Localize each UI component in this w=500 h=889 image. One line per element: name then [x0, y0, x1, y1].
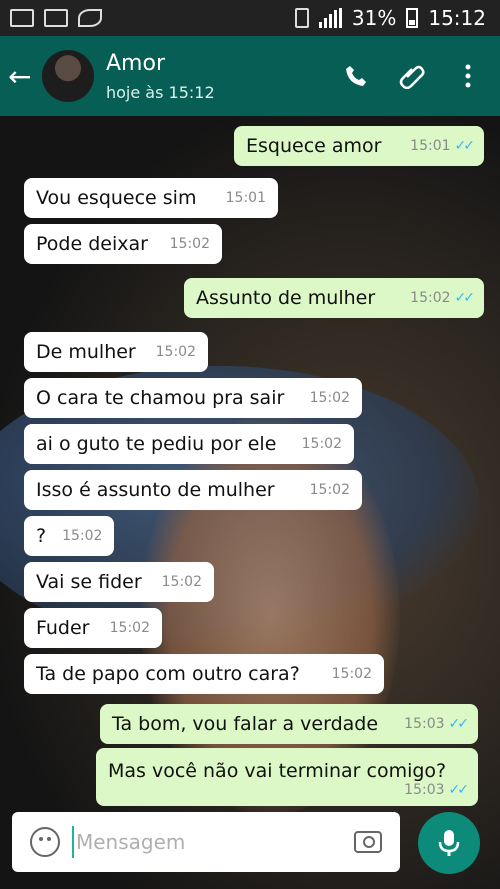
- signal-icon: [318, 8, 342, 28]
- message-bubble-outgoing[interactable]: Ta bom, vou falar a verdade 15:03 ✓✓: [100, 704, 478, 744]
- battery-icon: [406, 8, 419, 28]
- message-bubble-incoming[interactable]: Ta de papo com outro cara? 15:02: [24, 654, 384, 694]
- notification-icon: [44, 9, 68, 27]
- camera-icon[interactable]: [354, 831, 382, 853]
- message-input-bar: Mensagem: [12, 812, 400, 872]
- message-bubble-incoming[interactable]: De mulher 15:02: [24, 332, 208, 372]
- message-bubble-incoming[interactable]: Vai se fider 15:02: [24, 562, 214, 602]
- message-input[interactable]: Mensagem: [76, 830, 354, 854]
- read-receipt-icon: ✓✓: [454, 290, 476, 306]
- avatar[interactable]: [42, 50, 94, 102]
- message-bubble-incoming[interactable]: Pode deixar 15:02: [24, 224, 222, 264]
- message-bubble-incoming[interactable]: ai o guto te pediu por ele 15:02: [24, 424, 354, 464]
- message-bubble-outgoing[interactable]: Esquece amor 15:01 ✓✓: [234, 126, 484, 166]
- read-receipt-icon: ✓✓: [448, 782, 470, 798]
- last-seen: hoje às 15:12: [106, 82, 215, 102]
- back-arrow-icon[interactable]: ←: [0, 60, 42, 93]
- mic-button[interactable]: [418, 812, 480, 874]
- message-bubble-incoming[interactable]: ? 15:02: [24, 516, 114, 556]
- contact-name: Amor: [106, 50, 165, 76]
- read-receipt-icon: ✓✓: [448, 716, 470, 732]
- clock: 15:12: [428, 6, 486, 30]
- text-cursor: [72, 826, 74, 858]
- leaf-icon: [78, 9, 102, 27]
- more-icon[interactable]: [454, 62, 482, 90]
- message-bubble-incoming[interactable]: Vou esquece sim 15:01: [24, 178, 278, 218]
- mic-icon: [438, 830, 460, 856]
- message-bubble-outgoing[interactable]: Mas você não vai terminar comigo? 15:03 ✓…: [96, 748, 478, 806]
- contact-info[interactable]: Amor hoje às 15:12: [106, 51, 215, 102]
- call-icon[interactable]: [342, 62, 370, 90]
- vibrate-icon: [294, 8, 309, 28]
- status-bar: 31% 15:12: [0, 0, 500, 36]
- chat-area[interactable]: Esquece amor 15:01 ✓✓ Vou esquece sim 15:…: [0, 116, 500, 889]
- image-notification-icon: [10, 9, 34, 27]
- chat-header: ← Amor hoje às 15:12: [0, 36, 500, 116]
- attach-icon[interactable]: [398, 62, 426, 90]
- message-bubble-incoming[interactable]: Fuder 15:02: [24, 608, 162, 648]
- message-bubble-incoming[interactable]: Isso é assunto de mulher 15:02: [24, 470, 362, 510]
- message-bubble-outgoing[interactable]: Assunto de mulher 15:02 ✓✓: [184, 278, 484, 318]
- read-receipt-icon: ✓✓: [454, 138, 476, 154]
- message-bubble-incoming[interactable]: O cara te chamou pra sair 15:02: [24, 378, 362, 418]
- battery-percent: 31%: [351, 6, 397, 30]
- emoji-icon[interactable]: [30, 827, 60, 857]
